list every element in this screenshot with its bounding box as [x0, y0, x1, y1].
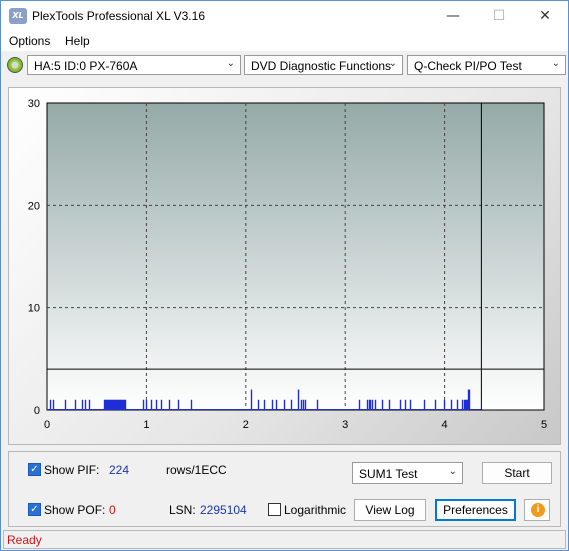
status-bar: Ready [3, 530, 566, 549]
lsn-label: LSN: [169, 503, 196, 517]
menu-options[interactable]: Options [9, 34, 50, 48]
toolbar: HA:5 ID:0 PX-760A ⌄ DVD Diagnostic Funct… [1, 51, 568, 81]
y-tick-label: 30 [28, 98, 40, 110]
x-tick-label: 3 [342, 419, 348, 431]
app-window: XL PlexTools Professional XL V3.16 — ☐ ✕… [0, 0, 569, 551]
logarithmic-label: Logarithmic [284, 503, 347, 517]
y-tick-label: 0 [34, 405, 40, 417]
chart-panel: 0 1 2 3 4 5 0 10 20 30 [8, 87, 561, 445]
minimize-button[interactable]: — [430, 1, 476, 31]
logarithmic-checkbox[interactable] [268, 503, 281, 516]
maximize-button[interactable]: ☐ [476, 1, 522, 31]
x-tick-label: 1 [143, 419, 149, 431]
chevron-down-icon: ⌄ [226, 58, 235, 69]
chevron-down-icon: ⌄ [388, 58, 397, 69]
x-tick-label: 0 [44, 419, 50, 431]
disc-drive-icon [7, 57, 23, 73]
function-select[interactable]: DVD Diagnostic Functions ⌄ [244, 55, 403, 75]
drive-select-value: HA:5 ID:0 PX-760A [34, 59, 138, 73]
status-text: Ready [7, 533, 42, 547]
info-icon: i [531, 503, 545, 517]
function-select-value: DVD Diagnostic Functions [251, 59, 392, 73]
app-logo-icon: XL [9, 8, 27, 24]
test-select-value: Q-Check PI/PO Test [414, 59, 522, 73]
x-tick-label: 2 [243, 419, 249, 431]
pif-unit: rows/1ECC [166, 463, 227, 477]
y-axis-ticks: 0 10 20 30 [28, 98, 40, 417]
pif-value: 224 [109, 463, 130, 477]
sum-test-select[interactable]: SUM1 Test ⌄ [352, 462, 463, 484]
start-button[interactable]: Start [482, 462, 552, 484]
plot-area [46, 102, 545, 411]
pof-value: 0 [109, 503, 116, 517]
window-title: PlexTools Professional XL V3.16 [32, 9, 205, 23]
close-button[interactable]: ✕ [522, 1, 568, 31]
y-tick-label: 10 [28, 303, 40, 315]
preferences-button[interactable]: Preferences [435, 499, 516, 521]
drive-select[interactable]: HA:5 ID:0 PX-760A ⌄ [27, 55, 241, 75]
title-bar[interactable]: XL PlexTools Professional XL V3.16 — ☐ ✕ [1, 1, 568, 31]
show-pof-label: Show POF: [44, 503, 106, 517]
lsn-value: 2295104 [200, 503, 247, 517]
x-tick-label: 4 [442, 419, 448, 431]
show-pof-checkbox[interactable]: ✓ [28, 503, 41, 516]
menu-bar: Options Help [1, 31, 568, 51]
y-tick-label: 20 [28, 200, 40, 212]
test-select[interactable]: Q-Check PI/PO Test ⌄ [407, 55, 566, 75]
info-button[interactable]: i [524, 499, 550, 521]
sum-test-value: SUM1 Test [359, 467, 418, 481]
show-pif-checkbox[interactable]: ✓ [28, 463, 41, 476]
menu-help[interactable]: Help [65, 34, 90, 48]
chevron-down-icon: ⌄ [551, 58, 560, 69]
controls-panel: ✓ Show PIF: 224 rows/1ECC SUM1 Test ⌄ St… [8, 451, 561, 527]
x-tick-label: 5 [541, 419, 547, 431]
chevron-down-icon: ⌄ [448, 466, 457, 477]
show-pif-label: Show PIF: [44, 463, 100, 477]
view-log-button[interactable]: View Log [354, 499, 426, 521]
pipo-chart: 0 1 2 3 4 5 0 10 20 30 [28, 98, 547, 431]
x-axis-ticks: 0 1 2 3 4 5 [44, 419, 547, 431]
